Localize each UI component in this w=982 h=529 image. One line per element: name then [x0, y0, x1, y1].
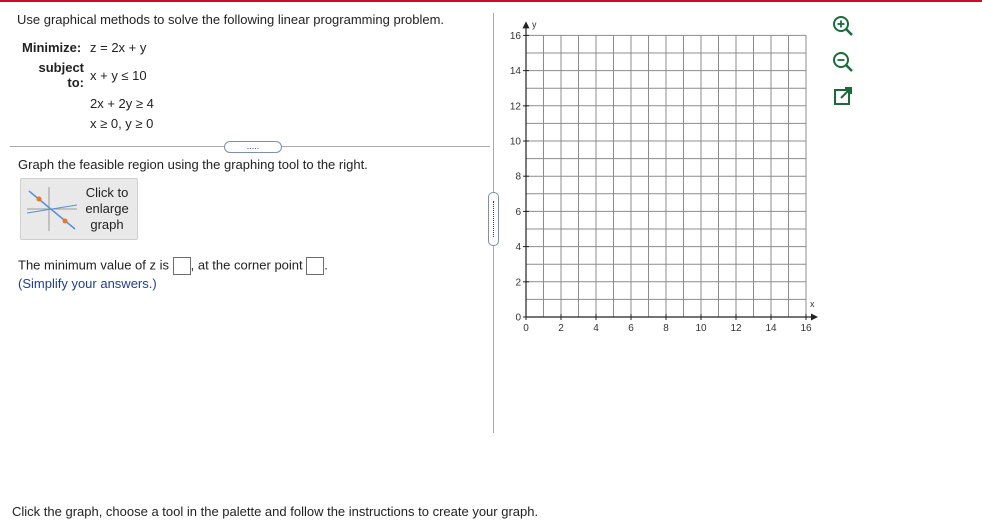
- x-axis-label: x: [810, 299, 815, 309]
- objective-function: z = 2x + y: [90, 40, 147, 55]
- top-accent-bar: [0, 0, 982, 2]
- y-tick-label: 0: [515, 313, 521, 324]
- subject-to-label: subject to:: [38, 60, 84, 90]
- x-tick-label: 16: [800, 323, 812, 334]
- external-window-icon: [834, 87, 852, 105]
- x-tick-label: 14: [765, 323, 777, 334]
- question-title: Use graphical methods to solve the follo…: [17, 12, 445, 27]
- zoom-out-button[interactable]: [831, 50, 855, 74]
- y-axis-label: y: [532, 19, 537, 29]
- simplify-hint: (Simplify your answers.): [18, 276, 157, 291]
- graph-area[interactable]: 0 2 4 6 8 10 12 14 16 0 2 4 6 8 10 12 14 16 x y: [500, 12, 820, 337]
- answer-period: .: [324, 257, 328, 273]
- y-tick-label: 16: [510, 31, 522, 42]
- constraint-2: 2x + 2y ≥ 4: [90, 96, 154, 111]
- x-tick-label: 10: [695, 323, 707, 334]
- x-tick-label: 4: [593, 323, 599, 334]
- x-tick-label: 2: [558, 323, 564, 334]
- constraint-3: x ≥ 0, y ≥ 0: [90, 116, 154, 131]
- open-in-new-window-button[interactable]: [831, 84, 855, 108]
- zoom-in-button[interactable]: [831, 14, 855, 38]
- answer-line: The minimum value of z is , at the corne…: [18, 257, 328, 275]
- x-tick-label: 12: [730, 323, 742, 334]
- y-tick-label: 4: [515, 242, 521, 253]
- minimum-value-text: The minimum value of z is: [18, 257, 169, 273]
- corner-point-text: , at the corner point: [190, 257, 303, 273]
- enlarge-graph-label: Click to enlarge graph: [85, 185, 129, 232]
- graph-instruction: Graph the feasible region using the grap…: [18, 157, 368, 172]
- y-axis-arrow: [522, 21, 530, 29]
- y-tick-label: 8: [515, 172, 521, 183]
- constraint-1: x + y ≤ 10: [90, 68, 147, 83]
- panel-resize-handle[interactable]: [488, 192, 499, 246]
- x-tick-label: 6: [628, 323, 634, 334]
- zoom-out-icon: [833, 52, 853, 72]
- enlarge-graph-button[interactable]: Click to enlarge graph: [20, 178, 138, 240]
- minimum-value-input[interactable]: [172, 257, 191, 275]
- y-tick-label: 6: [515, 207, 521, 218]
- x-tick-label: 8: [663, 323, 669, 334]
- y-tick-label: 14: [510, 66, 522, 77]
- x-axis-arrow: [811, 313, 818, 321]
- expand-more-button[interactable]: .....: [224, 141, 282, 153]
- y-tick-label: 10: [510, 137, 522, 148]
- zoom-in-icon: [833, 16, 853, 36]
- corner-point-input[interactable]: [306, 257, 325, 275]
- y-tick-label: 12: [510, 101, 522, 112]
- y-tick-label: 2: [515, 277, 521, 288]
- x-tick-label: 0: [523, 323, 529, 334]
- minimize-label: Minimize:: [22, 40, 82, 55]
- footer-instruction: Click the graph, choose a tool in the pa…: [12, 504, 539, 519]
- graph-thumbnail-icon: [26, 187, 78, 231]
